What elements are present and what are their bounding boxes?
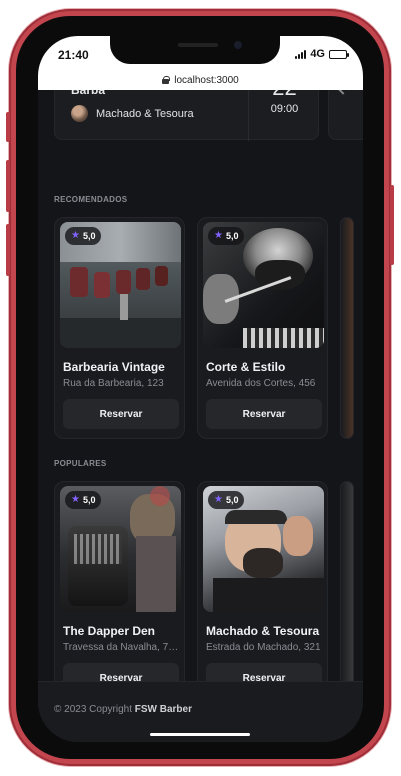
shop-name: Corte & Estilo [206, 360, 286, 374]
url-text: localhost:3000 [174, 74, 239, 86]
shop-card-peek[interactable] [340, 217, 354, 439]
rating-badge: ★ 5,0 [208, 227, 245, 245]
booking-time: 09:00 [270, 103, 299, 115]
shop-name: Machado & Tesoura [206, 624, 320, 638]
shop-card[interactable]: ★ 5,0 Barbearia Vintage Rua da Barbearia… [54, 217, 185, 439]
shop-card[interactable]: ★ 5,0 Corte & Estilo Avenida dos Cortes,… [197, 217, 328, 439]
avatar [71, 105, 88, 122]
shop-card[interactable]: ★ 5,0 The Dapper Den Travessa da Navalha… [54, 481, 185, 703]
status-time: 21:40 [58, 48, 89, 62]
reserve-button[interactable]: Reservar [63, 399, 179, 429]
footer-prefix: © 2023 Copyright [54, 704, 132, 715]
shop-address: Travessa da Navalha, 789 [63, 642, 179, 653]
footer-copyright: © 2023 Copyright FSW Barber [54, 704, 192, 715]
rating-value: 5,0 [225, 231, 239, 241]
booking-shop-name: Machado & Tesoura [96, 107, 194, 120]
footer-brand: FSW Barber [134, 704, 192, 715]
rating-value: 5,0 [82, 495, 96, 505]
phone-screen: 21:40 4G localhost:3000 Barba Machado & … [38, 36, 363, 742]
battery-icon [329, 49, 349, 59]
star-icon: ★ [71, 494, 80, 505]
speaker-grille [178, 43, 218, 47]
shop-address: Estrada do Machado, 321 [206, 642, 321, 653]
section-title-recommended: RECOMENDADOS [54, 195, 128, 204]
rating-badge: ★ 5,0 [208, 491, 245, 509]
home-indicator [150, 733, 250, 736]
volume-down-button [6, 224, 10, 276]
recommended-row: ★ 5,0 Barbearia Vintage Rua da Barbearia… [54, 217, 363, 441]
rating-value: 5,0 [82, 231, 96, 241]
popular-row: ★ 5,0 The Dapper Den Travessa da Navalha… [54, 481, 363, 705]
star-icon: ★ [214, 494, 223, 505]
star-icon: ★ [214, 230, 223, 241]
network-type: 4G [310, 48, 325, 60]
star-icon: ★ [71, 230, 80, 241]
phone-notch [110, 36, 280, 64]
shop-address: Avenida dos Cortes, 456 [206, 378, 316, 389]
mute-switch [6, 112, 10, 142]
address-bar[interactable]: localhost:3000 [38, 70, 363, 90]
volume-up-button [6, 160, 10, 212]
rating-value: 5,0 [225, 495, 239, 505]
shop-card[interactable]: ★ 5,0 Machado & Tesoura Estrada do Macha… [197, 481, 328, 703]
status-indicators: 4G [295, 48, 349, 60]
lock-icon [162, 76, 171, 84]
booking-shop: Machado & Tesoura [71, 105, 194, 122]
signal-bars-icon [295, 49, 307, 59]
power-button [390, 185, 394, 265]
shop-address: Rua da Barbearia, 123 [63, 378, 164, 389]
shop-name: The Dapper Den [63, 624, 156, 638]
shop-card-peek[interactable] [340, 481, 354, 703]
page-content: Barba Machado & Tesoura 22 09:00 RECOMEN… [38, 74, 363, 742]
rating-badge: ★ 5,0 [65, 227, 102, 245]
section-title-popular: POPULARES [54, 459, 107, 468]
shop-name: Barbearia Vintage [63, 360, 165, 374]
rating-badge: ★ 5,0 [65, 491, 102, 509]
camera-icon [234, 41, 242, 49]
reserve-button[interactable]: Reservar [206, 399, 322, 429]
